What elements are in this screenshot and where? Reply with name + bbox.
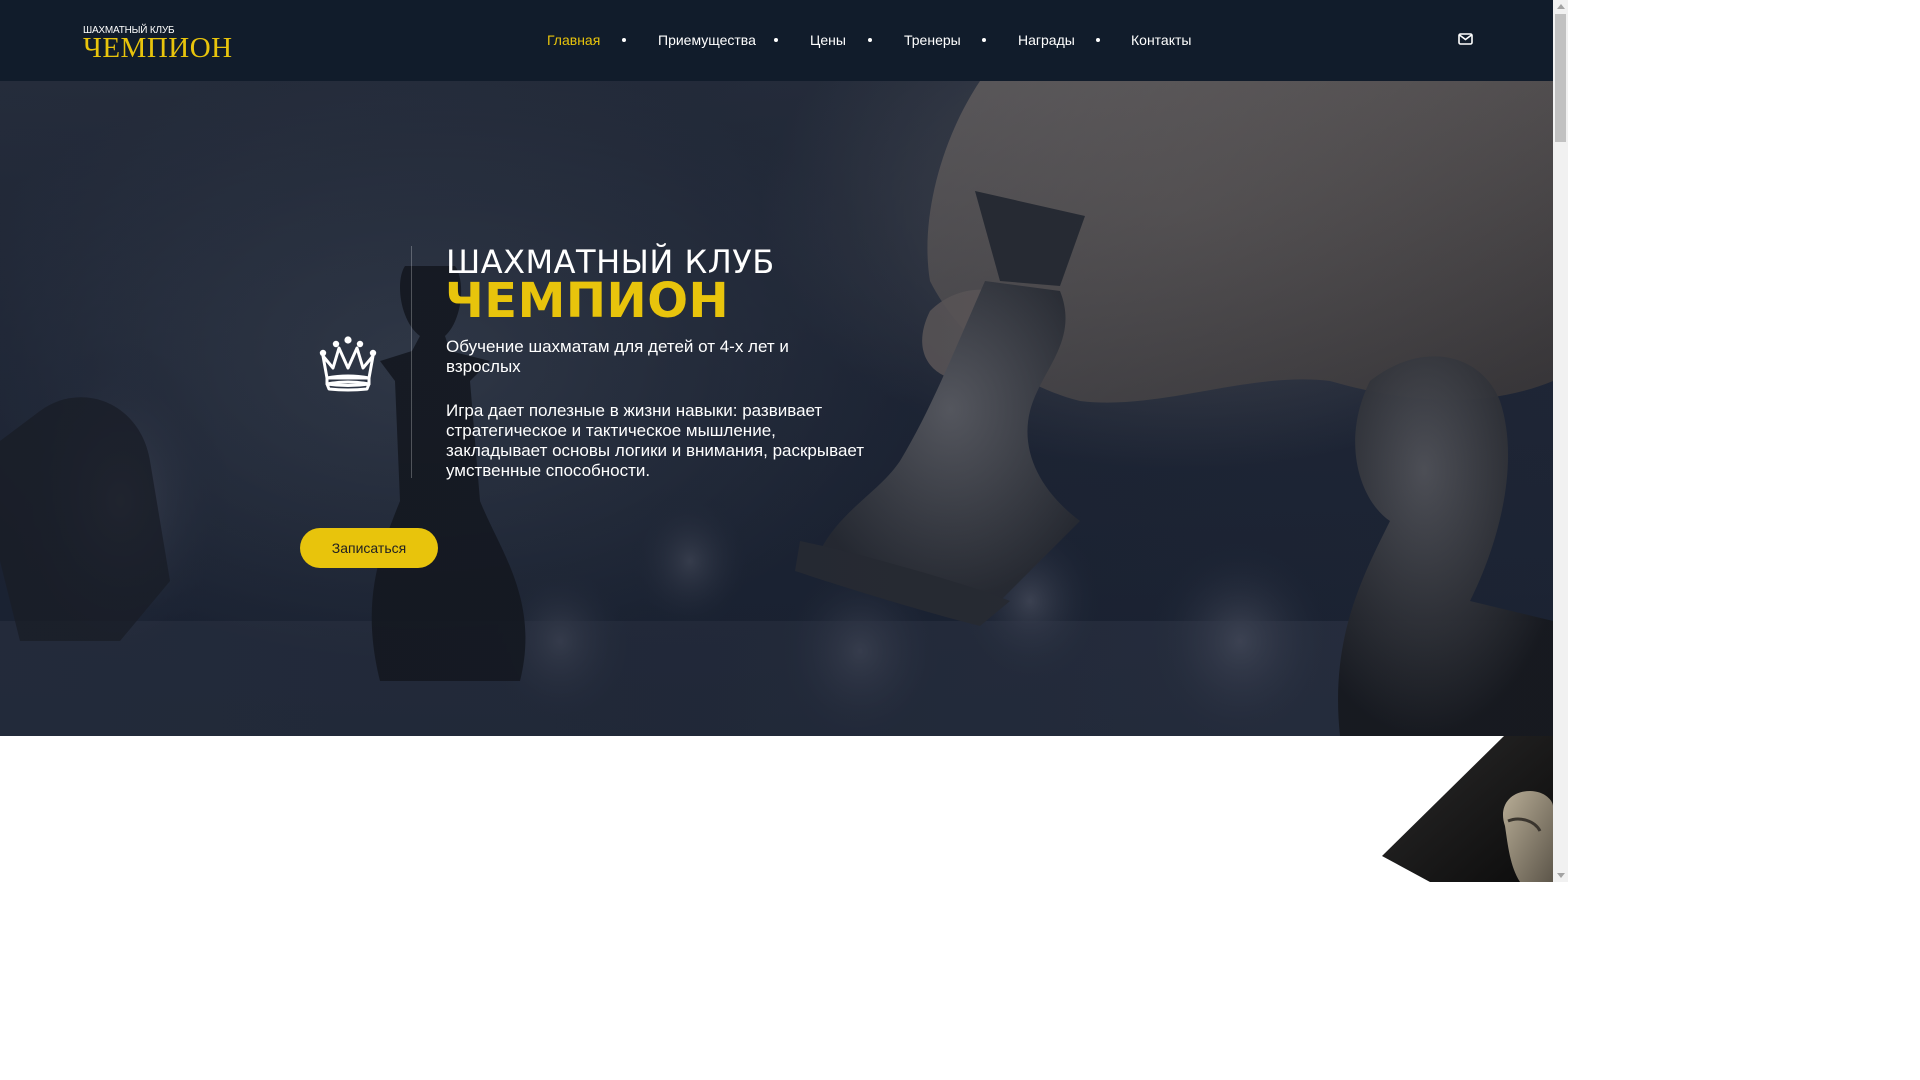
nav-separator [1096, 38, 1100, 42]
nav-item-awards[interactable]: Награды [1018, 30, 1075, 50]
scrollbar-thumb[interactable] [1555, 14, 1566, 142]
hero-description: Игра дает полезные в жизни навыки: разви… [446, 401, 865, 480]
nav-separator [868, 38, 872, 42]
hero-subtitle: Обучение шахматам для детей от 4-х лет и… [446, 337, 789, 376]
site-header: ШАХМАТНЫЙ КЛУБ ЧЕМПИОН Главная Приемущес… [0, 0, 1553, 81]
logo-big-text: ЧЕМПИОН [83, 32, 233, 64]
logo[interactable]: ШАХМАТНЫЙ КЛУБ ЧЕМПИОН [83, 25, 233, 64]
signup-button[interactable]: Записаться [300, 528, 438, 568]
crown-icon [319, 336, 377, 392]
nav-item-contacts[interactable]: Контакты [1131, 30, 1191, 50]
scroll-up-arrow-icon[interactable] [1557, 4, 1565, 9]
nav-item-coaches[interactable]: Тренеры [904, 30, 961, 50]
divider-line [411, 246, 412, 478]
envelope-icon[interactable] [1458, 33, 1473, 45]
nav-separator [774, 38, 778, 42]
hero-title-big: ЧЕМПИОН [445, 273, 730, 329]
decorative-chess-image [1382, 736, 1553, 882]
scroll-down-arrow-icon[interactable] [1557, 873, 1565, 878]
nav-separator [622, 38, 626, 42]
nav-separator [982, 38, 986, 42]
page-scrollbar[interactable] [1553, 0, 1568, 882]
nav-item-prices[interactable]: Цены [810, 30, 846, 50]
nav-item-home[interactable]: Главная [547, 30, 600, 50]
nav-item-advantages[interactable]: Приемущества [658, 30, 756, 50]
hero-section: ШАХМАТНЫЙ КЛУБ ЧЕМПИОН Обучение шахматам… [0, 81, 1553, 736]
